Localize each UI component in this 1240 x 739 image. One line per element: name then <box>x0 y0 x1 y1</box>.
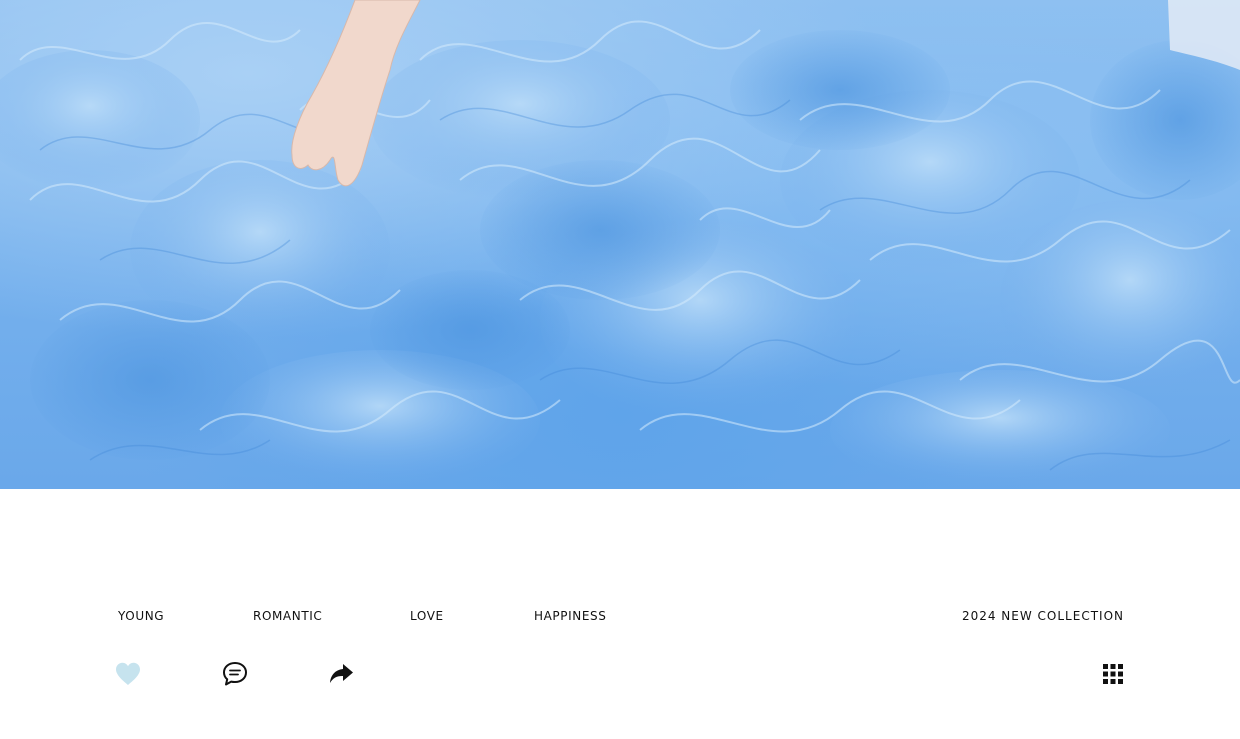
tag-love[interactable]: LOVE <box>410 608 444 624</box>
heart-icon <box>116 662 140 685</box>
tag-young[interactable]: YOUNG <box>118 608 164 624</box>
hero-image <box>0 0 1240 489</box>
grid-menu-button[interactable] <box>1098 660 1128 688</box>
collection-label[interactable]: 2024 NEW COLLECTION <box>962 608 1124 624</box>
share-arrow-icon <box>330 664 353 683</box>
comment-button[interactable] <box>220 660 250 688</box>
page: YOUNG ROMANTIC LOVE HAPPINESS 2024 NEW C… <box>0 0 1240 739</box>
tag-happiness[interactable]: HAPPINESS <box>534 608 606 624</box>
tag-romantic[interactable]: ROMANTIC <box>253 608 322 624</box>
chat-bubble-icon <box>223 662 247 686</box>
grid-menu-icon <box>1103 664 1123 684</box>
like-button[interactable] <box>113 660 143 688</box>
ruffle-texture <box>0 0 1240 489</box>
share-button[interactable] <box>326 660 356 688</box>
